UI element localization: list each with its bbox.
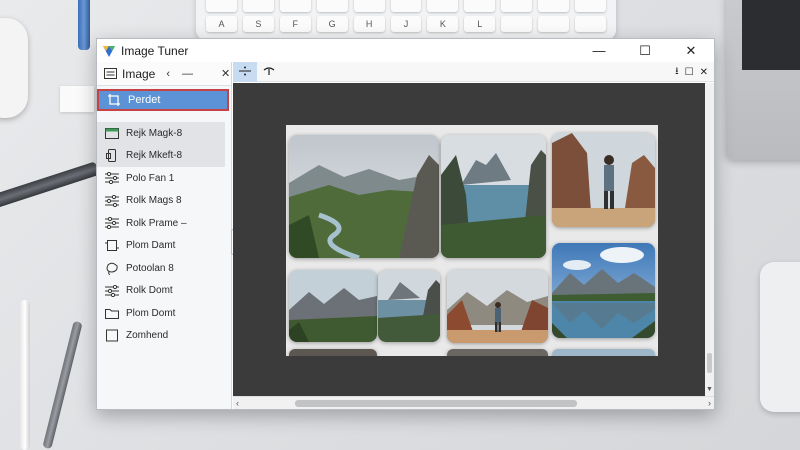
panel-item-rolk-mags[interactable]: Rolk Mags 8: [97, 190, 231, 213]
app-title: Image Tuner: [121, 43, 189, 58]
photo-hiker-red-rock[interactable]: [447, 270, 548, 343]
horizontal-scroll-thumb[interactable]: [295, 400, 577, 407]
toolbar-right-controls: ⭳ ☐ ✕: [675, 62, 708, 82]
sliders-icon: [104, 284, 120, 298]
crop-icon: [106, 93, 122, 107]
vertical-scrollbar[interactable]: ▼: [705, 83, 714, 396]
arch-icon: [263, 63, 275, 81]
panel-item-plom-damt[interactable]: Plom Damt: [97, 235, 231, 258]
photo-mountain-forest[interactable]: [289, 270, 377, 342]
window-controls: — ☐ ✕: [576, 39, 714, 62]
panel-item-rejk-mkeft[interactable]: Rejk Mkeft-8: [97, 144, 225, 167]
image-panel: Image ‹ — ✕ Perdet Rejk Magk-8 Rejk Mkef…: [97, 62, 232, 409]
image-canvas[interactable]: [233, 83, 705, 396]
key: J: [390, 16, 422, 32]
panel-header: Image ‹ — ✕: [97, 62, 231, 86]
download-icon[interactable]: ⭳: [675, 64, 679, 81]
panel-item-label: Rolk Prame –: [126, 217, 187, 229]
calendar-icon: [104, 126, 120, 140]
frame-icon: [104, 239, 120, 253]
key: L: [464, 16, 496, 32]
photo-person-on-rock[interactable]: [552, 133, 655, 227]
scroll-right-icon[interactable]: ›: [708, 397, 711, 410]
panel-item-potoolan[interactable]: Potoolan 8: [97, 257, 231, 280]
panel-item-label: Plom Damt: [126, 240, 176, 252]
photo-mountain-valley[interactable]: [289, 135, 439, 258]
panel-title: Image: [122, 66, 156, 81]
panel-item-rolk-domt[interactable]: Rolk Domt: [97, 280, 231, 303]
mouse: [0, 18, 28, 118]
panel-item-label: Rolk Domt: [126, 285, 173, 297]
panel-collapse-button[interactable]: ‹: [166, 68, 170, 80]
panel-item-label: Plom Domt: [126, 307, 176, 319]
arch-tool-button[interactable]: [257, 62, 281, 82]
panel-item-label: Rejk Mkeft-8: [126, 150, 183, 162]
key: H: [353, 16, 385, 32]
sliders-icon: [104, 171, 120, 185]
panel-close-button[interactable]: ✕: [221, 67, 230, 80]
restore-icon[interactable]: ☐: [685, 67, 694, 78]
tape-roll: [60, 86, 94, 112]
photo-mountain-reflection[interactable]: [552, 243, 655, 338]
close-icon[interactable]: ✕: [700, 67, 708, 78]
panel-item-perdet[interactable]: Perdet: [97, 89, 229, 111]
layers-icon: [104, 68, 117, 79]
panel-item-polo-fan[interactable]: Polo Fan 1: [97, 167, 231, 190]
keyboard-letter-row: A S F G H J K L: [206, 16, 606, 32]
maximize-button[interactable]: ☐: [622, 39, 668, 62]
sliders-icon: [104, 194, 120, 208]
keyboard: A S F G H J K L: [196, 0, 616, 40]
key: F: [279, 16, 311, 32]
photo-cropped-bottom-3[interactable]: [552, 349, 655, 356]
photo-cropped-bottom-2[interactable]: [447, 349, 548, 356]
pen: [20, 300, 30, 450]
panel-item-zomhend[interactable]: Zomhend: [97, 325, 231, 348]
panel-item-label: Potoolan 8: [126, 262, 174, 274]
photo-cropped-bottom-1[interactable]: [289, 349, 377, 356]
collage-sheet[interactable]: [286, 125, 658, 356]
scroll-down-icon[interactable]: ▼: [705, 386, 714, 396]
panel-item-label: Rolk Mags 8: [126, 195, 182, 207]
monitor: [726, 0, 800, 160]
panel-item-rejk-magk[interactable]: Rejk Magk-8: [97, 122, 225, 145]
keyboard-top-row: [206, 0, 606, 12]
key: S: [242, 16, 274, 32]
vertical-scroll-thumb[interactable]: [707, 353, 712, 373]
minimize-button[interactable]: —: [576, 39, 622, 62]
photo-lake-peaks[interactable]: [441, 135, 546, 258]
phone-icon: [104, 149, 120, 163]
key: A: [206, 16, 237, 32]
square-icon: [104, 329, 120, 343]
title-bar: Image Tuner — ☐ ✕: [97, 39, 714, 62]
lasso-icon: [104, 261, 120, 275]
app-window: Image Tuner — ☐ ✕ Image ‹ — ✕ Perdet Rej…: [96, 38, 715, 410]
photo-rocky-cliff[interactable]: [378, 270, 440, 342]
toolbar: ⭳ ☐ ✕: [233, 61, 714, 82]
panel-item-label: Rejk Magk-8: [126, 127, 183, 139]
panel-list: Perdet Rejk Magk-8 Rejk Mkeft-8 Polo Fan: [97, 89, 231, 347]
panel-item-rolk-prame[interactable]: Rolk Prame –: [97, 212, 231, 235]
speaker: [760, 262, 800, 412]
app-logo-icon: [102, 44, 116, 58]
key: K: [427, 16, 459, 32]
key: G: [316, 16, 348, 32]
pen: [0, 161, 100, 209]
close-button[interactable]: ✕: [668, 39, 714, 62]
panel-minimize-button[interactable]: —: [182, 68, 193, 80]
panel-item-plom-domt[interactable]: Plom Domt: [97, 302, 231, 325]
sliders-icon: [104, 216, 120, 230]
horizontal-scrollbar[interactable]: ‹ ›: [233, 396, 714, 409]
split-tool-button[interactable]: [233, 61, 257, 82]
folder-icon: [104, 306, 120, 320]
panel-item-label: Polo Fan 1: [126, 172, 175, 184]
panel-item-label: Zomhend: [126, 330, 169, 342]
pencil: [42, 320, 83, 450]
scroll-left-icon[interactable]: ‹: [236, 397, 239, 410]
pen: [78, 0, 90, 50]
split-icon: [239, 63, 251, 81]
panel-item-label: Perdet: [128, 94, 161, 106]
